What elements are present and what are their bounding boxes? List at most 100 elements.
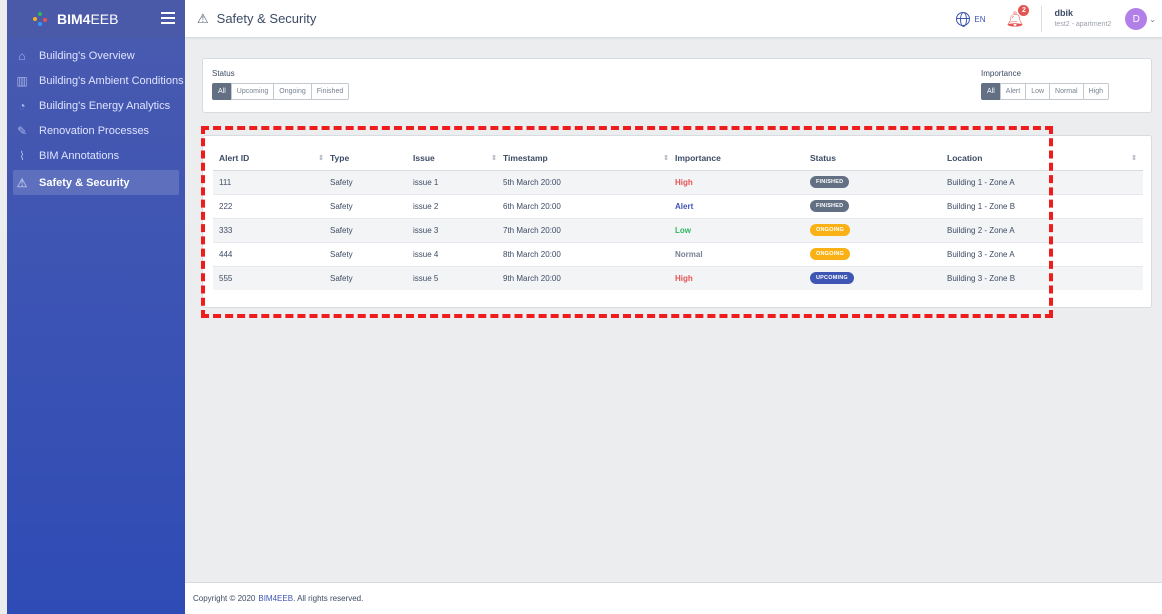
status-badge: ONGOING (810, 224, 850, 236)
table-row[interactable]: 222 Safety issue 2 6th March 20:00 Alert FINI… (213, 193, 1143, 218)
importance-filter-high[interactable]: High (1082, 83, 1109, 100)
footer-copyright: Copyright © 2020 (193, 594, 256, 603)
cell-type: Safety (330, 169, 413, 194)
wrench-icon: ✎ (16, 123, 28, 138)
importance-filter: Importance All Alert Low Normal High (981, 69, 1109, 100)
cell-status: UPCOMING (810, 265, 947, 290)
language-label: EN (974, 14, 986, 24)
status-filter-buttons: All Upcoming Ongoing Finished (212, 83, 350, 100)
globe-icon (956, 12, 971, 27)
cell-importance: Low (675, 217, 810, 242)
table-row[interactable]: 555 Safety issue 5 9th March 20:00 High UPCOM… (213, 265, 1143, 290)
cell-importance: Normal (675, 241, 810, 266)
status-filter-all[interactable]: All (212, 83, 232, 100)
paperclip-icon: ⌇ (19, 148, 25, 163)
table-row[interactable]: 111 Safety issue 1 5th March 20:00 High FINIS… (213, 169, 1143, 194)
table-header-row: Alert ID ⇕ Type Issue ⇕ Timestamp ⇕ Importa… (213, 146, 1143, 171)
filter-card: Status All Upcoming Ongoing Finished Imp… (202, 58, 1152, 113)
home-icon: ⌂ (18, 48, 26, 63)
avatar[interactable]: D (1125, 8, 1148, 30)
alerts-table-card: Alert ID ⇕ Type Issue ⇕ Timestamp ⇕ Importa… (202, 135, 1152, 308)
footer: Copyright © 2020 BIM4EEB. All rights res… (185, 582, 1162, 614)
cell-issue: issue 3 (413, 217, 503, 242)
sort-icon[interactable]: ⇕ (318, 154, 324, 162)
cell-type: Safety (330, 241, 413, 266)
column-header-timestamp[interactable]: Timestamp ⇕ (503, 146, 675, 171)
sidebar-item-label: BIM Annotations (39, 149, 120, 162)
column-header-issue[interactable]: Issue ⇕ (413, 146, 503, 171)
importance-filter-all[interactable]: All (981, 83, 1001, 100)
column-header-type[interactable]: Type (330, 146, 413, 171)
logo-icon (33, 12, 51, 26)
warning-icon: ⚠ (16, 175, 28, 190)
sort-icon[interactable]: ⇕ (663, 154, 669, 162)
column-header-alert-id[interactable]: Alert ID ⇕ (213, 146, 330, 171)
cell-status: ONGOING (810, 241, 947, 266)
header-divider (1041, 6, 1043, 32)
footer-brand-link[interactable]: BIM4EEB (258, 594, 293, 603)
cell-location: Building 2 - Zone A (947, 217, 1143, 242)
status-filter-ongoing[interactable]: Ongoing (273, 83, 312, 100)
sidebar-item-energy[interactable]: ◔ Building's Energy Analytics (7, 93, 185, 118)
sidebar-item-ambient[interactable]: ▥ Building's Ambient Conditions (7, 68, 185, 93)
sidebar-item-bim-annotations[interactable]: ⌇ BIM Annotations (7, 143, 185, 168)
cell-status: ONGOING (810, 217, 947, 242)
cell-issue: issue 4 (413, 241, 503, 266)
column-header-importance[interactable]: Importance (675, 146, 810, 171)
importance-filter-alert[interactable]: Alert (999, 83, 1027, 100)
menu-toggle-icon[interactable] (161, 12, 175, 27)
warning-icon: ⚠ (197, 10, 209, 26)
notifications-button[interactable]: 🔔︎ 2 (1005, 5, 1030, 28)
user-info[interactable]: dbik test2 - apartment2 (1054, 8, 1111, 29)
cell-type: Safety (330, 193, 413, 218)
column-header-location[interactable]: Location ⇕ (947, 146, 1143, 171)
cell-timestamp: 7th March 20:00 (503, 217, 675, 242)
cell-alert-id: 111 (213, 169, 330, 194)
cell-timestamp: 9th March 20:00 (503, 265, 675, 290)
cell-location: Building 3 - Zone B (947, 265, 1143, 290)
status-badge: FINISHED (810, 200, 850, 212)
column-header-status[interactable]: Status (810, 146, 947, 171)
sidebar-item-overview[interactable]: ⌂ Building's Overview (7, 43, 185, 68)
sidebar-item-label: Building's Ambient Conditions (39, 74, 184, 87)
sort-icon[interactable]: ⇕ (491, 154, 497, 162)
cell-importance: Alert (675, 193, 810, 218)
top-header: ⚠ Safety & Security EN 🔔︎ 2 dbik test2 -… (185, 0, 1162, 38)
sidebar-item-safety[interactable]: ⚠ Safety & Security (13, 170, 179, 195)
sidebar-item-label: Safety & Security (39, 176, 130, 189)
language-selector[interactable]: EN (956, 12, 986, 27)
cell-timestamp: 6th March 20:00 (503, 193, 675, 218)
notification-badge: 2 (1018, 5, 1030, 16)
chart-icon: ▥ (16, 73, 28, 88)
status-filter-finished[interactable]: Finished (310, 83, 350, 100)
table-row[interactable]: 333 Safety issue 3 7th March 20:00 Low ONGOIN… (213, 217, 1143, 242)
cell-alert-id: 333 (213, 217, 330, 242)
sidebar-item-renovation[interactable]: ✎ Renovation Processes (7, 118, 185, 143)
importance-filter-low[interactable]: Low (1025, 83, 1051, 100)
status-badge: FINISHED (810, 176, 850, 188)
user-context: test2 - apartment2 (1054, 21, 1112, 29)
sidebar-nav: ⌂ Building's Overview ▥ Building's Ambie… (7, 38, 185, 195)
cell-timestamp: 5th March 20:00 (503, 169, 675, 194)
status-filter: Status All Upcoming Ongoing Finished (212, 69, 350, 100)
brand-name-rest: EEB (90, 11, 119, 27)
header-right: EN 🔔︎ 2 dbik test2 - apartment2 D ⌄ (956, 0, 1162, 38)
page-title: ⚠ Safety & Security (185, 11, 316, 27)
cell-location: Building 3 - Zone A (947, 241, 1143, 266)
sort-icon[interactable]: ⇕ (1131, 154, 1137, 162)
sidebar-item-label: Building's Energy Analytics (39, 99, 171, 112)
user-name: dbik (1054, 8, 1073, 19)
status-filter-label: Status (212, 69, 235, 78)
cell-alert-id: 555 (213, 265, 330, 290)
status-badge: UPCOMING (810, 272, 854, 285)
chevron-down-icon[interactable]: ⌄ (1149, 15, 1156, 24)
pie-icon: ◔ (18, 98, 26, 113)
table-row[interactable]: 444 Safety issue 4 8th March 20:00 Normal ONG… (213, 241, 1143, 266)
importance-filter-normal[interactable]: Normal (1049, 83, 1084, 100)
cell-issue: issue 2 (413, 193, 503, 218)
cell-location: Building 1 - Zone B (947, 193, 1143, 218)
cell-alert-id: 444 (213, 241, 330, 266)
brand-logo[interactable]: BIM4EEB (33, 11, 118, 27)
status-filter-upcoming[interactable]: Upcoming (230, 83, 275, 100)
cell-importance: High (675, 265, 810, 290)
